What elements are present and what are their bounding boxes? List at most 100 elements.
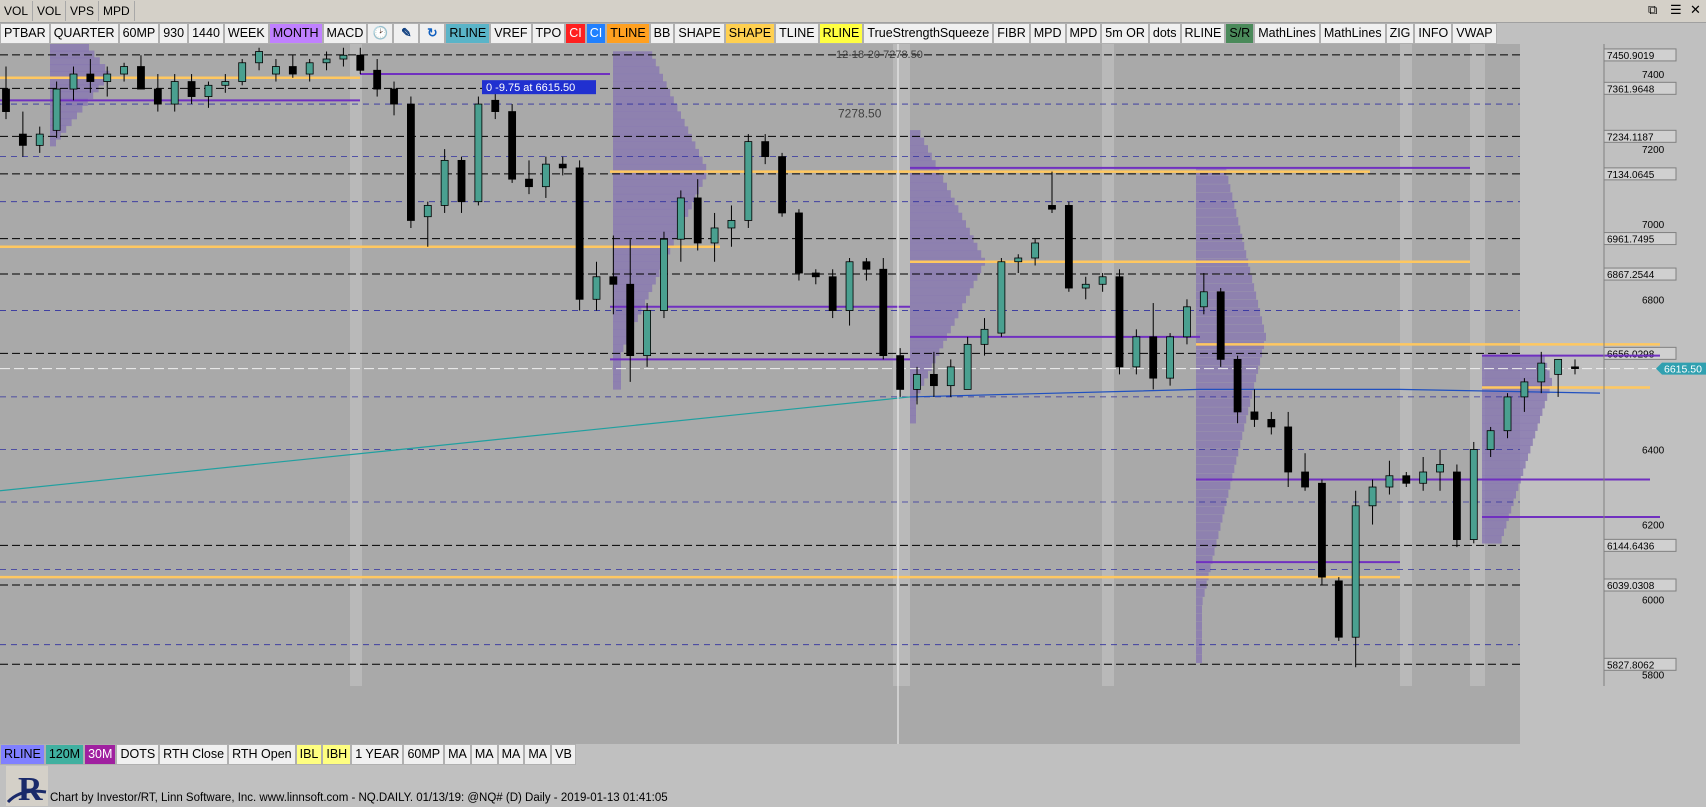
volume-profile-december: [1196, 456, 1237, 465]
candle-body: [1301, 471, 1309, 488]
refresh-icon[interactable]: ↻: [419, 22, 446, 44]
week-button[interactable]: WEEK: [223, 22, 269, 44]
candle-body: [1419, 471, 1428, 484]
candle-body: [1318, 482, 1326, 578]
mpd-button[interactable]: MPD: [1065, 22, 1102, 44]
vb-button[interactable]: VB: [551, 743, 576, 765]
candle-body: [1081, 283, 1090, 289]
window-menu-icon[interactable]: ☰: [1670, 2, 1682, 18]
rline-button[interactable]: RLINE: [1180, 22, 1226, 44]
tline-button[interactable]: TLINE: [775, 22, 819, 44]
930-button[interactable]: 930: [159, 22, 189, 44]
rth-close-button[interactable]: RTH Close: [159, 743, 229, 765]
clock-icon[interactable]: 🕑: [367, 22, 394, 44]
ci-button[interactable]: CI: [585, 22, 607, 44]
shape-button[interactable]: SHAPE: [724, 22, 776, 44]
volume-profile-october: [613, 156, 703, 165]
volume-profile-august: [50, 138, 56, 147]
candle-body: [86, 73, 95, 82]
volume-profile-november: [910, 227, 970, 236]
5m-or-button[interactable]: 5m OR: [1101, 22, 1149, 44]
tab-mpd[interactable]: MPD: [99, 1, 135, 21]
candle-body: [508, 111, 517, 180]
pencil-icon[interactable]: ✎: [393, 22, 420, 44]
60mp-button[interactable]: 60MP: [118, 22, 160, 44]
vref-button[interactable]: VREF: [490, 22, 532, 44]
ma-button[interactable]: MA: [444, 743, 471, 765]
s-r-button[interactable]: S/R: [1225, 22, 1255, 44]
mathlines-button[interactable]: MathLines: [1319, 22, 1386, 44]
candle-body: [862, 261, 871, 270]
volume-profile-december: [1196, 481, 1231, 490]
shape-button[interactable]: SHAPE: [674, 22, 725, 44]
tline-button[interactable]: TLINE: [606, 22, 650, 44]
candle-body: [811, 272, 820, 278]
volume-profile-december: [1196, 630, 1202, 639]
ibl-button[interactable]: IBL: [295, 743, 323, 765]
volume-profile-december: [1196, 431, 1243, 440]
volume-profile-november: [910, 130, 921, 139]
rline-button[interactable]: RLINE: [445, 22, 491, 44]
ma-button[interactable]: MA: [524, 743, 552, 765]
volume-profile-january: [1482, 460, 1526, 469]
quarter-button[interactable]: QUARTER: [49, 22, 119, 44]
macd-button[interactable]: MACD: [322, 22, 368, 44]
volume-profile-december: [1196, 621, 1202, 630]
ci-button[interactable]: CI: [565, 22, 586, 44]
dots-button[interactable]: DOTS: [116, 743, 160, 765]
candle-body: [390, 88, 398, 105]
volume-profile-december: [1196, 316, 1263, 325]
volume-profile-october: [613, 208, 689, 217]
dots-button[interactable]: dots: [1148, 22, 1181, 44]
tpo-button[interactable]: TPO: [531, 22, 566, 44]
volume-profile-december: [1196, 514, 1223, 523]
mpd-button[interactable]: MPD: [1029, 22, 1066, 44]
ibh-button[interactable]: IBH: [322, 743, 352, 765]
volume-profile-november: [910, 205, 959, 214]
restore-icon[interactable]: ⧉: [1648, 2, 1657, 18]
bb-button[interactable]: BB: [649, 22, 675, 44]
30m-button[interactable]: 30M: [84, 743, 117, 765]
volume-profile-november: [910, 220, 966, 229]
truestrengthsqueeze-button[interactable]: TrueStrengthSqueeze: [863, 22, 994, 44]
volume-profile-december: [1196, 646, 1202, 655]
tab-vol[interactable]: VOL: [33, 1, 67, 21]
candle-body: [255, 51, 263, 64]
ptbar-button[interactable]: PTBAR: [0, 22, 50, 44]
120m-button[interactable]: 120M: [44, 743, 85, 765]
tab-vol[interactable]: VOL: [0, 1, 34, 21]
volume-profile-october: [613, 66, 660, 75]
session-band: [1400, 44, 1412, 686]
60mp-button[interactable]: 60MP: [403, 743, 445, 765]
fibr-button[interactable]: FIBR: [993, 22, 1030, 44]
candle-body: [1064, 205, 1073, 289]
volume-profile-october: [613, 381, 621, 390]
info-button[interactable]: INFO: [1414, 22, 1453, 44]
candle-body: [423, 205, 432, 218]
rline-button[interactable]: RLINE: [818, 22, 864, 44]
level-label: 6867.2544: [1607, 270, 1655, 281]
bottom-indicator-toolbar: RLINE 120M 30M DOTS RTH Close RTH Open IBL IBH 1…: [0, 743, 600, 765]
1-year-button[interactable]: 1 YEAR: [351, 743, 404, 765]
price-axis-label: 7400: [1642, 70, 1665, 81]
price-chart[interactable]: 7450.9019 7361.9648 7234.1187 7134.0645 6961…: [0, 44, 1706, 744]
1440-button[interactable]: 1440: [188, 22, 224, 44]
close-icon[interactable]: ✕: [1690, 2, 1701, 18]
tab-vps[interactable]: VPS: [66, 1, 100, 21]
volume-profile-january: [1482, 452, 1528, 461]
volume-profile-december: [1196, 638, 1202, 647]
mathlines-button[interactable]: MathLines: [1254, 22, 1320, 44]
month-button[interactable]: MONTH: [268, 22, 323, 44]
zig-button[interactable]: ZIG: [1385, 22, 1415, 44]
vwap-button[interactable]: VWAP: [1452, 22, 1497, 44]
level-label: 7234.1187: [1607, 132, 1654, 143]
ma-button[interactable]: MA: [470, 743, 498, 765]
rline-button[interactable]: RLINE: [0, 743, 45, 765]
level-label: 7450.9019: [1607, 51, 1655, 62]
volume-profile-november: [910, 182, 947, 191]
rth-open-button[interactable]: RTH Open: [228, 743, 296, 765]
volume-profile-october: [613, 58, 656, 67]
volume-profile-january: [1482, 468, 1524, 476]
ma-button[interactable]: MA: [497, 743, 525, 765]
candle-body: [1402, 475, 1411, 484]
